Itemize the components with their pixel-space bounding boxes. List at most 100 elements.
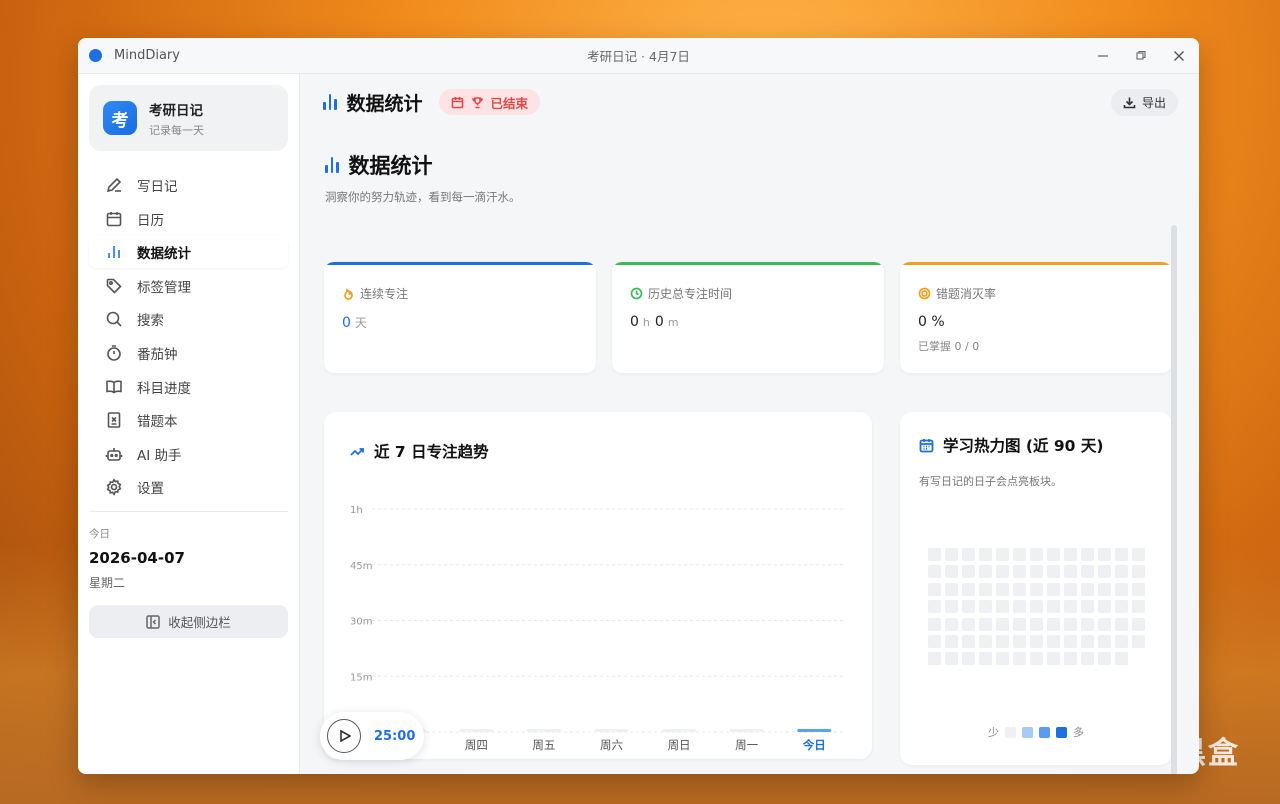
trophy-icon — [471, 96, 483, 108]
sidebar-item-tags[interactable]: 标签管理 — [89, 270, 288, 302]
close-button[interactable] — [1171, 48, 1187, 64]
legend-swatch — [1039, 726, 1050, 738]
stat-card-total-time: 历史总专注时间 0 h 0 m — [612, 262, 884, 373]
heatmap-cell — [1081, 634, 1094, 648]
heatmap-cell — [979, 582, 992, 596]
sidebar-item-statistics[interactable]: 数据统计 — [89, 236, 288, 269]
content-area: 数据统计 洞察你的努力轨迹，看到每一滴汗水。 连续专注 0 天 历史总专注时间 … — [301, 130, 1185, 774]
stat-card-accent — [612, 262, 884, 265]
heatmap-cell — [1030, 634, 1043, 648]
sidebar-item-search[interactable]: 搜索 — [89, 303, 288, 335]
play-button[interactable] — [327, 719, 361, 753]
bar — [594, 729, 629, 732]
sidebar-item-label: 番茄钟 — [137, 346, 178, 363]
collapse-icon — [146, 615, 160, 629]
heatmap-panel: 学习热力图 (近 90 天) 有写日记的日子会点亮板块。 少 多 — [900, 412, 1172, 765]
stat-card-accent — [900, 262, 1172, 265]
sidebar-item-settings[interactable]: 设置 — [89, 471, 288, 503]
clock-icon — [630, 287, 643, 300]
heatmap-cell — [1047, 617, 1060, 631]
heatmap-cell — [979, 565, 992, 579]
bar — [797, 729, 832, 732]
sidebar-item-label: AI 助手 — [137, 447, 182, 464]
heatmap-cell — [1132, 548, 1145, 561]
heatmap-cell — [1081, 565, 1094, 579]
sidebar-item-pomodoro[interactable]: 番茄钟 — [89, 337, 288, 369]
x-tick-label: 周四 — [465, 738, 488, 752]
total-minutes-value: 0 — [654, 314, 664, 330]
mistake-rate-sub: 已掌握 0 / 0 — [918, 340, 980, 353]
heatmap-cell — [945, 617, 958, 631]
play-icon — [340, 730, 351, 742]
heatmap-cell — [1030, 600, 1043, 614]
heatmap-cell — [1098, 565, 1111, 579]
search-icon — [105, 310, 123, 328]
brand-subtitle: 记录每一天 — [149, 123, 204, 137]
heatmap-cell — [979, 634, 992, 648]
tag-icon — [105, 277, 123, 295]
heatmap-cell — [1030, 652, 1043, 666]
heatmap-cell — [979, 600, 992, 614]
heatmap-cell — [1030, 565, 1043, 579]
heatmap-cell — [1115, 582, 1128, 596]
heatmap-cell — [1132, 582, 1145, 596]
collapse-sidebar-label: 收起侧边栏 — [168, 615, 231, 631]
bar — [459, 729, 494, 732]
export-button[interactable]: 导出 — [1110, 89, 1178, 116]
bar — [526, 729, 561, 732]
heatmap-cell — [996, 565, 1009, 579]
legend-swatch — [1056, 726, 1067, 738]
x-tick-label: 周五 — [532, 738, 555, 752]
heatmap-cell — [979, 617, 992, 631]
restore-button[interactable] — [1133, 48, 1149, 64]
heatmap-cell — [1115, 652, 1128, 666]
heatmap-cell — [1132, 634, 1145, 648]
heatmap-cell — [1013, 548, 1026, 561]
heatmap-cell — [945, 600, 958, 614]
heatmap-cell — [962, 548, 975, 561]
sidebar-item-calendar[interactable]: 日历 — [89, 203, 288, 235]
heatmap-cell — [1081, 582, 1094, 596]
heatmap-cell — [928, 582, 941, 596]
heatmap-cell — [962, 600, 975, 614]
sidebar-item-ai-assistant[interactable]: AI 助手 — [89, 438, 288, 470]
brand-title: 考研日记 — [149, 102, 203, 119]
sidebar-item-label: 设置 — [137, 481, 164, 498]
heatmap-cell — [1064, 652, 1077, 666]
sidebar-item-write-diary[interactable]: 写日记 — [89, 169, 288, 201]
scrollbar[interactable] — [1171, 225, 1177, 774]
collapse-sidebar-button[interactable]: 收起侧边栏 — [89, 605, 288, 639]
sidebar-item-label: 写日记 — [137, 179, 178, 195]
hours-unit: h — [642, 316, 650, 329]
heatmap-cell — [1013, 565, 1026, 579]
export-label: 导出 — [1141, 96, 1166, 110]
stat-label: 错题消灭率 — [936, 287, 997, 301]
heatmap-cell — [1030, 617, 1043, 631]
pomodoro-timer-widget[interactable]: 25:00 — [320, 712, 424, 760]
sidebar-item-wrong-book[interactable]: 错题本 — [89, 404, 288, 436]
today-block: 今日 2026-04-07 星期二 — [78, 512, 299, 591]
heatmap-cell — [962, 652, 975, 666]
heatmap-cell — [996, 582, 1009, 596]
legend-less: 少 — [988, 726, 999, 739]
heatmap-cell — [1047, 582, 1060, 596]
minimize-button[interactable] — [1095, 48, 1111, 64]
heatmap-cell — [996, 634, 1009, 648]
heatmap-cell — [928, 652, 941, 666]
heatmap-cell — [1064, 582, 1077, 596]
sidebar-item-subject-progress[interactable]: 科目进度 — [89, 371, 288, 403]
calendar-icon — [451, 96, 463, 108]
app-window: MindDiary 考研日记 · 4月7日 考 考研日记 记录每一天 写日记 日… — [78, 38, 1199, 774]
stat-card-accent — [324, 262, 596, 265]
sidebar-item-label: 数据统计 — [137, 246, 191, 263]
robot-icon — [105, 445, 123, 463]
sidebar-item-label: 标签管理 — [137, 279, 191, 296]
x-tick-label: 周六 — [600, 738, 623, 752]
heatmap-cell — [1115, 548, 1128, 561]
x-tick-label: 周一 — [735, 738, 758, 752]
heatmap-cell — [945, 582, 958, 596]
today-date: 2026-04-07 — [89, 549, 185, 568]
brand-card[interactable]: 考 考研日记 记录每一天 — [89, 85, 288, 151]
heatmap-cell — [979, 652, 992, 666]
heatmap-cell — [928, 565, 941, 579]
